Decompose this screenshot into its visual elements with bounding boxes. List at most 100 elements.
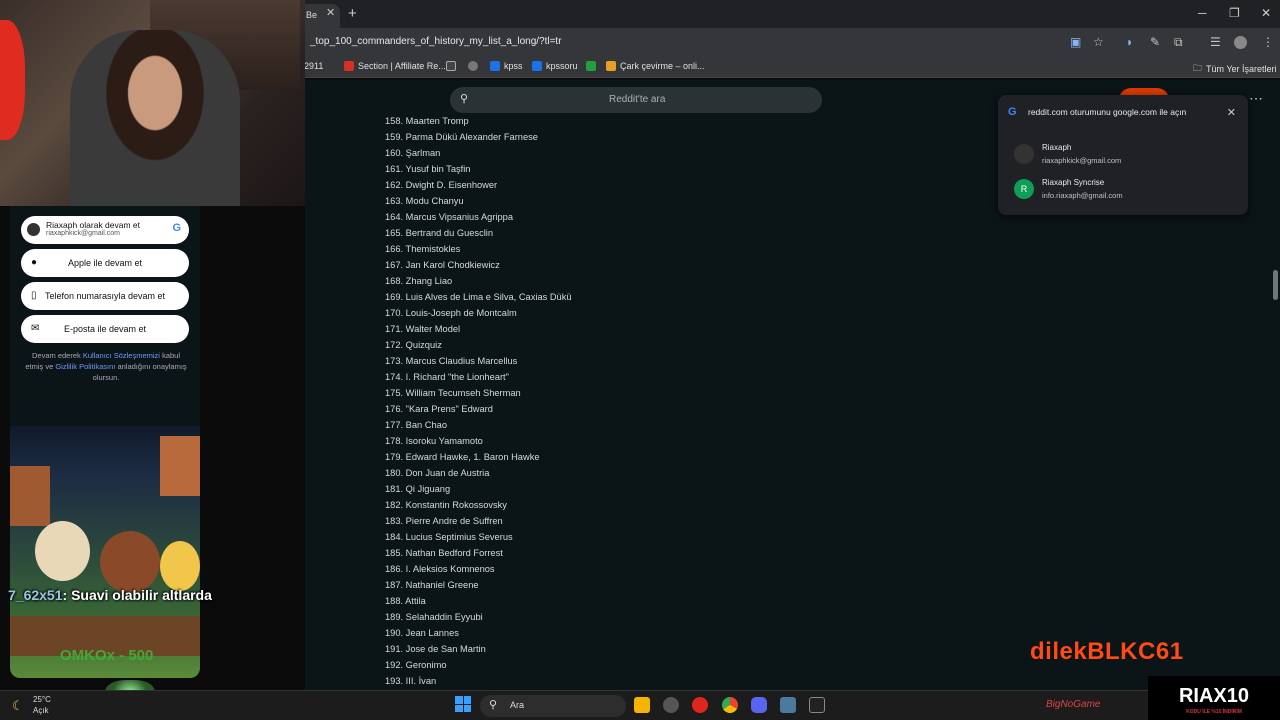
- close-icon[interactable]: ✕: [1227, 106, 1236, 119]
- list-item: 184. Lucius Septimius Severus: [385, 532, 513, 542]
- sponsor-logo: BigNoGame: [1046, 699, 1101, 710]
- bookmarks-bar: 2911 Section | Affiliate Re... kpss kpss…: [300, 56, 1280, 78]
- list-item: 178. Isoroku Yamamoto: [385, 436, 483, 446]
- weather-moon-icon: ☾: [12, 698, 24, 713]
- phone-signin-label: Telefon numarasıyla devam et: [44, 291, 166, 301]
- media-icon[interactable]: ☰: [1210, 35, 1221, 49]
- bookmark-item[interactable]: kpss: [490, 61, 523, 71]
- new-tab-button[interactable]: +: [348, 5, 357, 22]
- apple-signin-button[interactable]: ● Apple ile devam et: [21, 249, 189, 277]
- tab-close-icon[interactable]: ✕: [326, 6, 335, 19]
- bookmark-star-icon[interactable]: ☆: [1093, 35, 1104, 49]
- account-option[interactable]: Riaxaph riaxaphkick@gmail.com: [1006, 141, 1240, 171]
- settings-icon[interactable]: [663, 697, 679, 713]
- email-signin-button[interactable]: ✉ E-posta ile devam et: [21, 315, 189, 343]
- house-illustration: [160, 436, 200, 496]
- list-item: 174. I. Richard "the Lionheart": [385, 372, 509, 382]
- url-text[interactable]: _top_100_commanders_of_history_my_list_a…: [310, 36, 562, 47]
- list-item: 168. Zhang Liao: [385, 276, 453, 286]
- list-item: 170. Louis-Joseph de Montcalm: [385, 308, 517, 318]
- pen-icon[interactable]: ✎: [1150, 35, 1160, 49]
- promo-code: OMKOx - 500: [60, 647, 154, 664]
- app-icon[interactable]: [780, 697, 796, 713]
- apple-icon: ●: [31, 257, 38, 268]
- legal-text: Devam ederek Kullanıcı Sözleşmemizi kabu…: [24, 350, 188, 383]
- terminal-icon[interactable]: [809, 697, 825, 713]
- legal-prefix: Devam ederek: [31, 351, 81, 360]
- bookmark-favicon: [586, 61, 596, 71]
- file-explorer-icon[interactable]: [634, 697, 650, 713]
- windows-start-icon[interactable]: [455, 696, 471, 712]
- extension-voice-icon[interactable]: ◗: [1126, 35, 1133, 49]
- account-option[interactable]: R Riaxaph Syncrise info.riaxaph@gmail.co…: [1006, 176, 1240, 206]
- brand-name: RIAX10: [1178, 685, 1250, 707]
- list-item: 190. Jean Lannes: [385, 628, 459, 638]
- list-item: 177. Ban Chao: [385, 420, 448, 430]
- mail-icon: ✉: [31, 323, 40, 334]
- list-item: 169. Luis Alves de Lima e Silva, Caxias …: [385, 292, 572, 302]
- minimize-icon[interactable]: ─: [1198, 6, 1207, 20]
- bookmark-item[interactable]: 2911: [304, 61, 323, 71]
- chrome-icon[interactable]: [722, 697, 738, 713]
- webcam-streamer: [70, 30, 240, 206]
- search-placeholder: Reddit'te ara: [609, 94, 666, 105]
- continue-as-button[interactable]: Riaxaph olarak devam et riaxaphkick@gmai…: [21, 216, 189, 244]
- window-close-icon[interactable]: ✕: [1261, 6, 1271, 20]
- list-item: 192. Geronimo: [385, 660, 447, 670]
- taskbar-search[interactable]: ⚲ Ara: [480, 695, 626, 717]
- folder-icon: 🗀: [1193, 63, 1203, 73]
- list-item: 162. Dwight D. Eisenhower: [385, 180, 498, 190]
- menu-icon[interactable]: ⋮: [1262, 35, 1274, 49]
- phone-signin-button[interactable]: ▯ Telefon numarasıyla devam et: [21, 282, 189, 310]
- all-bookmarks[interactable]: 🗀 Tüm Yer İşaretleri: [1193, 61, 1277, 77]
- google-g-icon: G: [1008, 106, 1017, 118]
- brand-subtitle: KODU İLE %10 İNDİRİM: [1186, 709, 1242, 715]
- list-item: 171. Walter Model: [385, 324, 461, 334]
- chat-message: 7_62x51: Suavi olabilir altlarda: [8, 587, 212, 603]
- apple-signin-label: Apple ile devam et: [67, 258, 143, 268]
- game-artwork: [10, 426, 200, 678]
- creature-illustration: [35, 521, 90, 581]
- avatar: [1014, 144, 1034, 164]
- list-item: 182. Konstantin Rokossovsky: [385, 500, 507, 510]
- page-scrollbar[interactable]: [1273, 270, 1278, 300]
- privacy-link[interactable]: Gizlilik Politikasını: [55, 362, 115, 371]
- bookmark-item[interactable]: Çark çevirme – onli...: [606, 61, 705, 71]
- discord-icon[interactable]: [751, 697, 767, 713]
- more-icon[interactable]: ⋯: [1249, 90, 1263, 107]
- list-item: 165. Bertrand du Guesclin: [385, 228, 494, 238]
- restore-icon[interactable]: ❐: [1229, 6, 1240, 20]
- list-item: 176. "Kara Prens" Edward: [385, 404, 493, 414]
- bookmark-item[interactable]: Section | Affiliate Re...: [344, 61, 446, 71]
- list-item: 175. William Tecumseh Sherman: [385, 388, 521, 398]
- weather-condition: Açık: [33, 706, 49, 715]
- terms-link[interactable]: Kullanıcı Sözleşmemizi: [83, 351, 160, 360]
- bookmark-favicon: [606, 61, 616, 71]
- bookmark-item[interactable]: [468, 61, 478, 71]
- google-g-icon: G: [172, 222, 181, 234]
- avatar: [27, 223, 40, 236]
- address-bar: _top_100_commanders_of_history_my_list_a…: [300, 28, 1280, 56]
- list-item: 163. Modu Chanyu: [385, 196, 464, 206]
- bookmark-favicon: [532, 61, 542, 71]
- profile-avatar[interactable]: [1234, 36, 1247, 49]
- webcam-red-object: [0, 20, 25, 140]
- cast-icon[interactable]: ▣: [1070, 35, 1081, 49]
- commander-list: 158. Maarten Tromp 159. Parma Dükü Alexan…: [385, 113, 785, 689]
- list-item: 185. Nathan Bedford Forrest: [385, 548, 503, 558]
- list-item: 187. Nathaniel Greene: [385, 580, 479, 590]
- account-email: info.riaxaph@gmail.com: [1042, 191, 1123, 200]
- extensions-icon[interactable]: ⧉: [1174, 35, 1183, 50]
- opera-icon[interactable]: [692, 697, 708, 713]
- phone-icon: ▯: [31, 290, 37, 301]
- bookmark-item[interactable]: [446, 61, 456, 71]
- bookmark-item[interactable]: kpssoru: [532, 61, 578, 71]
- bookmark-favicon: [446, 61, 456, 71]
- bookmark-item[interactable]: [586, 61, 596, 71]
- list-item: 164. Marcus Vipsanius Agrippa: [385, 212, 513, 222]
- list-item: 166. Themistokles: [385, 244, 461, 254]
- list-item: 173. Marcus Claudius Marcellus: [385, 356, 518, 366]
- list-item: 160. Şarlman: [385, 148, 441, 158]
- list-item: 161. Yusuf bin Taşfin: [385, 164, 471, 174]
- list-item: 158. Maarten Tromp: [385, 116, 469, 126]
